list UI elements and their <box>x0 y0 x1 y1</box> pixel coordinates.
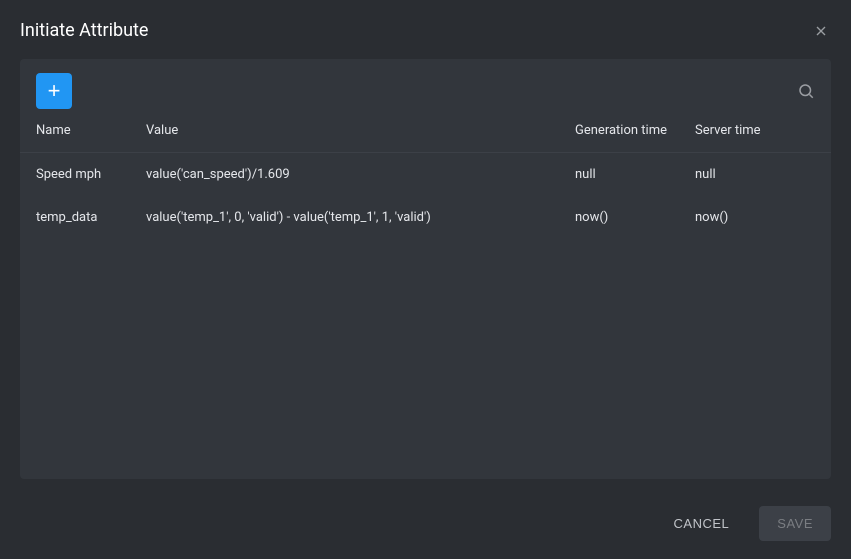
table-row[interactable]: Speed mph value('can_speed')/1.609 null … <box>20 153 831 196</box>
cell-value: value('can_speed')/1.609 <box>146 167 575 182</box>
cell-generation-time: null <box>575 167 695 182</box>
cell-name: Speed mph <box>36 167 146 182</box>
attribute-panel: + Name Value Generation time Server time… <box>20 59 831 479</box>
cell-server-time: null <box>695 167 815 182</box>
dialog-header: Initiate Attribute <box>0 0 851 59</box>
cell-generation-time: now() <box>575 210 695 225</box>
close-icon[interactable] <box>811 21 831 41</box>
add-button[interactable]: + <box>36 73 72 109</box>
table-row[interactable]: temp_data value('temp_1', 0, 'valid') - … <box>20 196 831 239</box>
cell-name: temp_data <box>36 210 146 225</box>
table-header-row: Name Value Generation time Server time <box>20 123 831 153</box>
column-header-generation-time: Generation time <box>575 123 695 138</box>
panel-toolbar: + <box>20 59 831 123</box>
cell-value: value('temp_1', 0, 'valid') - value('tem… <box>146 210 575 225</box>
dialog-title: Initiate Attribute <box>20 20 148 41</box>
cancel-button[interactable]: CANCEL <box>656 506 748 541</box>
search-icon[interactable] <box>797 82 815 100</box>
column-header-name: Name <box>36 123 146 138</box>
cell-server-time: now() <box>695 210 815 225</box>
initiate-attribute-dialog: Initiate Attribute + Name Value Generati… <box>0 0 851 559</box>
dialog-footer: CANCEL SAVE <box>0 488 851 559</box>
column-header-value: Value <box>146 123 575 138</box>
save-button[interactable]: SAVE <box>759 506 831 541</box>
column-header-server-time: Server time <box>695 123 815 138</box>
